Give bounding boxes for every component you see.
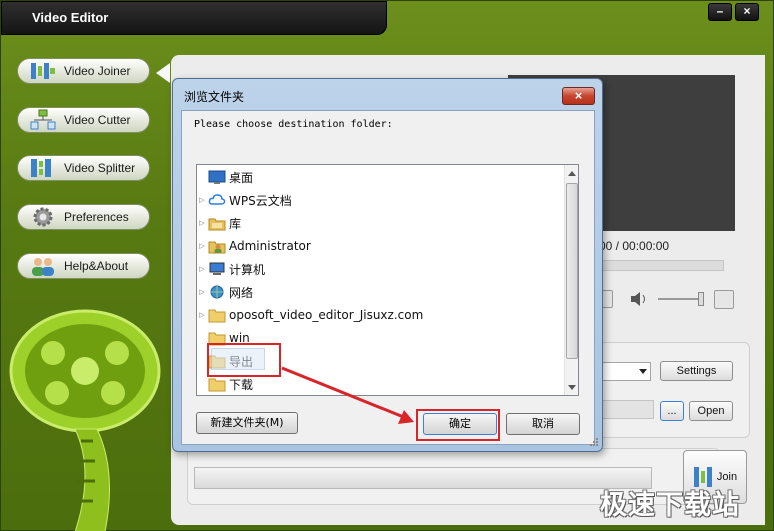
sidebar-item-video-cutter[interactable]: Video Cutter: [17, 107, 150, 133]
settings-button[interactable]: Settings: [660, 361, 733, 381]
seek-bar[interactable]: [599, 260, 724, 271]
tree-scrollbar[interactable]: [564, 165, 578, 395]
tree-item-label: WPS云文档: [229, 193, 292, 208]
tree-item-label: 下载: [229, 377, 254, 392]
browse-button[interactable]: ...: [660, 401, 684, 421]
annotation-box-ok: [416, 409, 500, 441]
title-bar: Video Editor: [1, 1, 387, 35]
expander[interactable]: ▷: [197, 265, 207, 273]
minimize-button[interactable]: –: [708, 3, 732, 21]
folder-icon: [208, 378, 226, 392]
cloud-icon: [208, 194, 226, 205]
tree-item-label: oposoft_video_editor_Jisuxz.com: [229, 308, 424, 322]
chevron-down-icon: [639, 369, 647, 374]
tree-item-wps-cloud[interactable]: ▷ WPS云文档: [197, 189, 292, 211]
scroll-thumb[interactable]: [566, 183, 578, 359]
scroll-up-icon[interactable]: [568, 171, 576, 176]
gear-icon: [33, 207, 53, 227]
sidebar-item-label: Video Cutter: [64, 113, 131, 127]
sidebar-item-label: Preferences: [64, 210, 129, 224]
expander[interactable]: ▷: [197, 196, 207, 204]
active-indicator: [156, 63, 170, 83]
user-folder-icon: [208, 241, 226, 254]
annotation-box-export: [207, 343, 281, 377]
tree-item-label: Administrator: [229, 239, 311, 253]
library-icon: [208, 218, 226, 231]
network-icon: [210, 285, 224, 299]
watermark: 极速下载站: [600, 490, 740, 521]
cancel-button[interactable]: 取消: [506, 413, 580, 435]
close-button[interactable]: ×: [735, 3, 759, 21]
new-folder-button[interactable]: 新建文件夹(M): [196, 412, 298, 434]
tree-item-administrator[interactable]: ▷ Administrator: [197, 235, 311, 257]
tree-item-desktop[interactable]: 桌面: [197, 166, 253, 188]
tree-item-computer[interactable]: ▷ 计算机: [197, 258, 265, 280]
sidebar-item-help-about[interactable]: Help&About: [17, 253, 150, 279]
tree-item-network[interactable]: ▷ 网络: [197, 281, 253, 303]
tree-item-label: 桌面: [229, 170, 254, 185]
tree-item-label: 网络: [229, 285, 254, 300]
tree-item-label: 库: [229, 216, 242, 231]
dialog-prompt: Please choose destination folder:: [194, 119, 393, 130]
tree-item-label: 计算机: [229, 262, 266, 277]
output-path-field[interactable]: [599, 400, 654, 419]
volume-icon[interactable]: [630, 291, 650, 307]
volume-slider[interactable]: [698, 292, 704, 306]
resize-grip-icon[interactable]: [590, 438, 598, 446]
splitter-icon: [31, 159, 51, 177]
scroll-down-icon[interactable]: [568, 385, 576, 390]
sidebar-item-preferences[interactable]: Preferences: [17, 204, 150, 230]
tree-item-library[interactable]: ▷ 库: [197, 212, 241, 234]
format-select[interactable]: [599, 362, 651, 381]
app-title: Video Editor: [32, 10, 109, 25]
computer-icon: [209, 262, 225, 275]
snapshot-button[interactable]: [714, 290, 734, 309]
progress-bar: [194, 467, 652, 489]
output-options-panel: [598, 342, 750, 438]
window-controls: – ×: [708, 3, 759, 21]
dialog-close-button[interactable]: ×: [562, 87, 595, 105]
volume-track: [658, 298, 703, 300]
tree-item-oposoft-folder[interactable]: ▷ oposoft_video_editor_Jisuxz.com: [197, 304, 423, 326]
expander[interactable]: ▷: [197, 219, 207, 227]
playback-time: 00 / 00:00:00: [599, 239, 670, 253]
dialog-title: 浏览文件夹: [184, 90, 245, 104]
sidebar-item-label: Video Joiner: [64, 64, 131, 78]
expander[interactable]: ▷: [197, 311, 207, 319]
sidebar-item-video-joiner[interactable]: Video Joiner: [17, 58, 150, 84]
open-button[interactable]: Open: [689, 401, 733, 421]
folder-icon: [208, 309, 226, 323]
sidebar-item-label: Help&About: [64, 259, 129, 273]
desktop-icon: [208, 170, 226, 184]
sidebar-item-video-splitter[interactable]: Video Splitter: [17, 155, 150, 181]
cutter-icon: [30, 109, 56, 130]
sidebar-item-label: Video Splitter: [64, 161, 136, 175]
film-reel-logo: [9, 309, 161, 531]
expander[interactable]: ▷: [197, 242, 207, 250]
joiner-icon: [31, 63, 55, 79]
users-icon: [32, 258, 54, 276]
join-label: Join: [716, 471, 738, 483]
expander[interactable]: ▷: [197, 288, 207, 296]
